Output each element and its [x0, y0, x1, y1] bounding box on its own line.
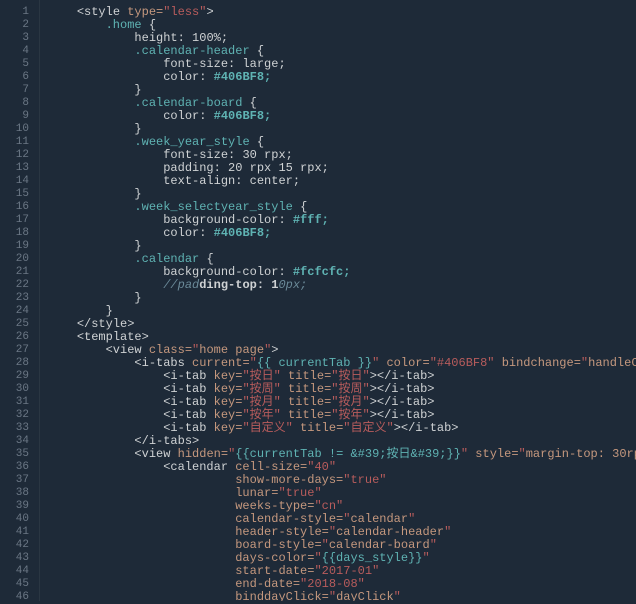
- line-number: 16: [0, 201, 29, 214]
- line-number: 36: [0, 461, 29, 474]
- line-number: 1: [0, 6, 29, 19]
- line-number: 31: [0, 396, 29, 409]
- line-number: 13: [0, 162, 29, 175]
- line-number: 32: [0, 409, 29, 422]
- line-number: 14: [0, 175, 29, 188]
- line-number: 29: [0, 370, 29, 383]
- line-number: 33: [0, 422, 29, 435]
- line-number: 26: [0, 331, 29, 344]
- line-number: 37: [0, 474, 29, 487]
- line-number-gutter: 1234567891011121314151617181920212223242…: [0, 0, 40, 601]
- line-number: 2: [0, 19, 29, 32]
- line-number: 18: [0, 227, 29, 240]
- code-area[interactable]: <style type="less"> .home { height: 100%…: [40, 0, 636, 601]
- line-number: 24: [0, 305, 29, 318]
- line-number: 11: [0, 136, 29, 149]
- line-number: 20: [0, 253, 29, 266]
- line-number: 30: [0, 383, 29, 396]
- line-number: 8: [0, 97, 29, 110]
- line-number: 7: [0, 84, 29, 97]
- line-number: 45: [0, 578, 29, 591]
- line-number: 12: [0, 149, 29, 162]
- line-number: 34: [0, 435, 29, 448]
- code-editor[interactable]: 1234567891011121314151617181920212223242…: [0, 0, 636, 601]
- line-number: 9: [0, 110, 29, 123]
- line-number: 38: [0, 487, 29, 500]
- line-number: 10: [0, 123, 29, 136]
- line-number: 5: [0, 58, 29, 71]
- line-number: 25: [0, 318, 29, 331]
- code-line[interactable]: }: [48, 305, 636, 318]
- line-number: 23: [0, 292, 29, 305]
- line-number: 6: [0, 71, 29, 84]
- line-number: 41: [0, 526, 29, 539]
- line-number: 15: [0, 188, 29, 201]
- line-number: 40: [0, 513, 29, 526]
- line-number: 46: [0, 591, 29, 604]
- line-number: 39: [0, 500, 29, 513]
- line-number: 21: [0, 266, 29, 279]
- code-line[interactable]: binddayClick="dayClick": [48, 591, 636, 601]
- line-number: 22: [0, 279, 29, 292]
- line-number: 3: [0, 32, 29, 45]
- line-number: 19: [0, 240, 29, 253]
- line-number: 27: [0, 344, 29, 357]
- line-number: 44: [0, 565, 29, 578]
- line-number: 35: [0, 448, 29, 461]
- code-line[interactable]: }: [48, 292, 636, 305]
- line-number: 4: [0, 45, 29, 58]
- line-number: 43: [0, 552, 29, 565]
- line-number: 42: [0, 539, 29, 552]
- line-number: 28: [0, 357, 29, 370]
- line-number: 17: [0, 214, 29, 227]
